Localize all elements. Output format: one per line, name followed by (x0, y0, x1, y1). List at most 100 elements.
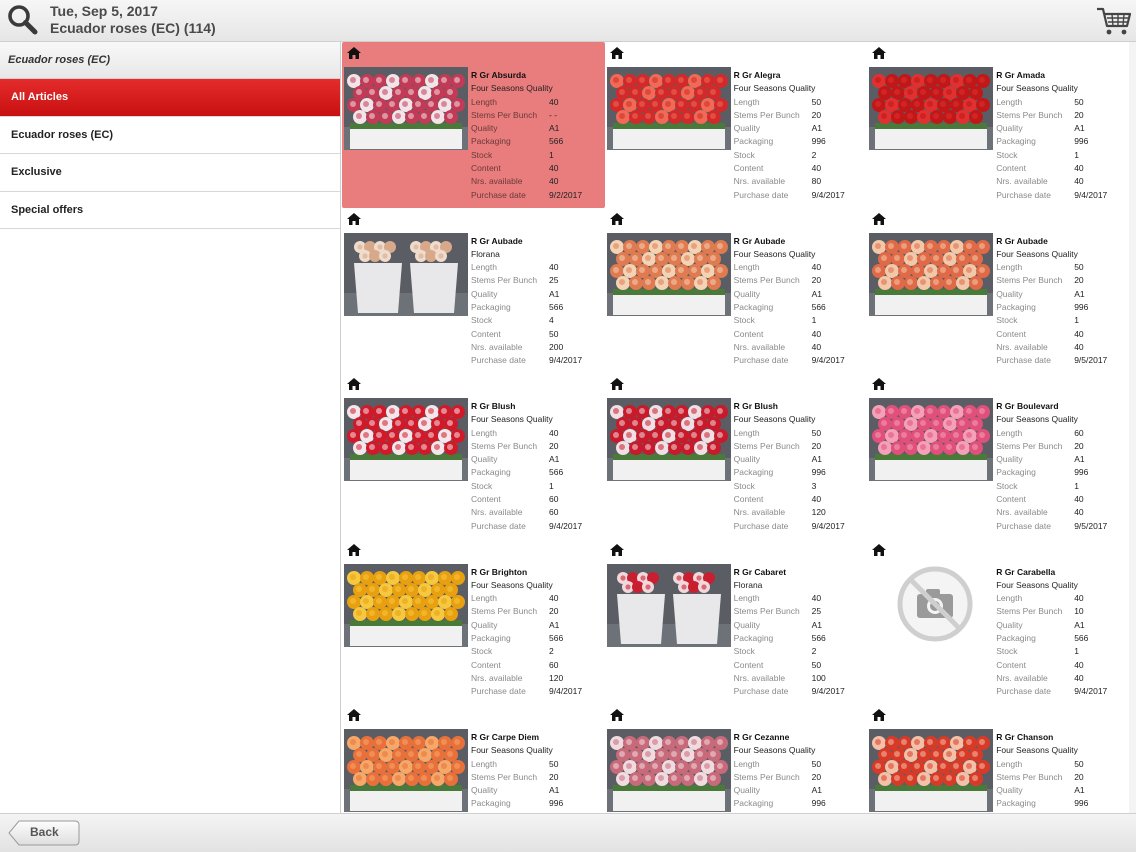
field-label: Nrs. available (733, 507, 786, 518)
field-quality: Quality A1 (996, 784, 1128, 797)
home-icon (872, 709, 887, 721)
field-length: Length 50 (996, 261, 1128, 274)
product-card[interactable]: R Gr Carabella Four Seasons Quality Length… (867, 539, 1130, 705)
field-label: Nrs. available (471, 176, 523, 187)
field-stems-per-bunch: Stems Per Bunch 20 (996, 109, 1128, 122)
field-value: 40 (549, 96, 559, 107)
field-label: Length (996, 758, 1023, 769)
field-label: Quality (733, 785, 761, 796)
field-label: Purchase date (471, 355, 526, 366)
field-value: 40 (549, 262, 559, 273)
home-icon (347, 378, 361, 390)
field-packaging: Packaging 566 (471, 466, 603, 479)
field-label: Length (996, 593, 1023, 604)
field-value: 2 (811, 149, 817, 160)
field-label: Packaging (471, 136, 511, 147)
field-packaging: Packaging 996 (471, 797, 603, 810)
cart-icon[interactable] (1096, 5, 1132, 37)
product-card[interactable]: R Gr Aubade Florana Length 40 Stems Per Bunc… (342, 208, 605, 374)
field-nrs-available: Nrs. available 40 (734, 341, 866, 354)
scrollbar[interactable] (1129, 42, 1136, 813)
product-card[interactable]: R Gr Chanson Four Seasons Quality Length 50… (867, 704, 1130, 813)
field-value: 2 (549, 646, 554, 657)
field-label: Length (733, 758, 760, 769)
product-card[interactable]: R Gr Brighton Four Seasons Quality Length 4… (342, 539, 605, 705)
product-name: R Gr Boulevard (996, 401, 1059, 411)
field-value: 996 (1074, 301, 1089, 312)
product-card[interactable]: R Gr Blush Four Seasons Quality Length 50 St… (605, 373, 868, 539)
field-value: 50 (811, 427, 822, 438)
product-info: R Gr Cabaret Florana Length 40 Stems Per Bun… (734, 566, 866, 699)
field-length: Length 40 (471, 261, 603, 274)
field-label: Length (733, 96, 760, 107)
field-value: 60 (1074, 427, 1084, 438)
field-quality: Quality A1 (996, 122, 1128, 135)
product-grower: Four Seasons Quality (996, 579, 1078, 590)
sidebar-item-all-articles[interactable]: All Articles (0, 79, 340, 117)
field-label: Packaging (996, 136, 1036, 147)
sidebar-item-special-offers[interactable]: Special offers (0, 192, 340, 229)
field-label: Stock (471, 315, 493, 326)
product-name: R Gr Absurda (471, 70, 526, 80)
field-value: 20 (811, 109, 822, 120)
product-photo (869, 398, 994, 481)
field-label: Purchase date (733, 189, 789, 200)
field-label: Stems Per Bunch (471, 771, 538, 782)
sidebar-item-exclusive[interactable]: Exclusive (0, 154, 340, 192)
field-purchase-date: Purchase date 9/4/2017 (996, 189, 1128, 202)
product-grower: Four Seasons Quality (733, 414, 816, 425)
field-label: Length (733, 262, 760, 273)
field-value: 9/4/2017 (549, 520, 583, 531)
field-label: Nrs. available (733, 672, 786, 683)
field-value: 566 (811, 301, 826, 312)
field-content: Content 40 (996, 659, 1128, 672)
field-value: 40 (1074, 163, 1084, 174)
field-value: 9/4/2017 (549, 686, 583, 697)
product-info: R Gr Aubade Four Seasons Quality Length 50 S… (996, 235, 1128, 368)
field-value: 40 (1074, 659, 1084, 670)
field-label: Nrs. available (996, 341, 1048, 352)
product-card[interactable]: R Gr Carpe Diem Four Seasons Quality Lengt… (342, 704, 605, 813)
field-purchase-date: Purchase date 9/4/2017 (471, 520, 603, 533)
field-value: A1 (549, 785, 560, 796)
field-value: 9/4/2017 (1074, 686, 1108, 697)
field-label: Nrs. available (471, 341, 523, 352)
field-purchase-date: Purchase date 9/4/2017 (471, 354, 603, 367)
field-label: Nrs. available (733, 176, 786, 187)
field-label: Quality (733, 288, 761, 299)
product-card[interactable]: R Gr Boulevard Four Seasons Quality Length… (867, 373, 1130, 539)
field-stems-per-bunch: Stems Per Bunch 20 (996, 771, 1128, 784)
field-value: 1 (1074, 149, 1079, 160)
field-value: 2 (811, 646, 817, 657)
field-quality: Quality A1 (734, 784, 866, 797)
product-grower: Four Seasons Quality (471, 745, 553, 756)
field-packaging: Packaging 996 (734, 135, 866, 148)
product-card[interactable]: R Gr Aubade Four Seasons Quality Length 50 S… (867, 208, 1130, 374)
product-name: R Gr Alegra (733, 70, 781, 80)
product-grower: Florana (733, 579, 763, 590)
product-card[interactable]: R Gr Aubade Four Seasons Quality Length 40 S… (605, 208, 868, 374)
field-value: 50 (811, 758, 822, 769)
field-value: 40 (811, 262, 822, 273)
field-purchase-date: Purchase date 9/5/2017 (996, 520, 1128, 533)
product-grower: Four Seasons Quality (996, 83, 1078, 94)
field-packaging: Packaging 566 (734, 301, 866, 314)
product-card[interactable]: R Gr Alegra Four Seasons Quality Length 50 S… (605, 42, 868, 208)
field-label: Stems Per Bunch (471, 440, 538, 451)
product-card[interactable]: R Gr Amada Four Seasons Quality Length 50 St… (867, 42, 1130, 208)
search-icon[interactable] (4, 2, 42, 40)
field-value: 1 (1074, 646, 1079, 657)
field-value: 9/4/2017 (549, 355, 583, 366)
product-name: R Gr Brighton (471, 566, 528, 577)
field-length: Length 40 (996, 592, 1128, 605)
home-icon (609, 378, 624, 390)
header-bar: Tue, Sep 5, 2017 Ecuador roses (EC) (114… (0, 0, 1136, 42)
product-card[interactable]: R Gr Absurda Four Seasons Quality Length 40… (342, 42, 605, 208)
product-card[interactable]: R Gr Cezanne Four Seasons Quality Length 50… (605, 704, 868, 813)
back-button[interactable] (8, 820, 80, 846)
product-card[interactable]: R Gr Blush Four Seasons Quality Length 40 St… (342, 373, 605, 539)
sidebar-item-ecuador-roses[interactable]: Ecuador roses (EC) (0, 117, 340, 154)
product-card[interactable]: R Gr Cabaret Florana Length 40 Stems Per Bun… (605, 539, 868, 705)
field-value: 996 (1074, 798, 1089, 809)
product-name: R Gr Aubade (471, 235, 523, 246)
